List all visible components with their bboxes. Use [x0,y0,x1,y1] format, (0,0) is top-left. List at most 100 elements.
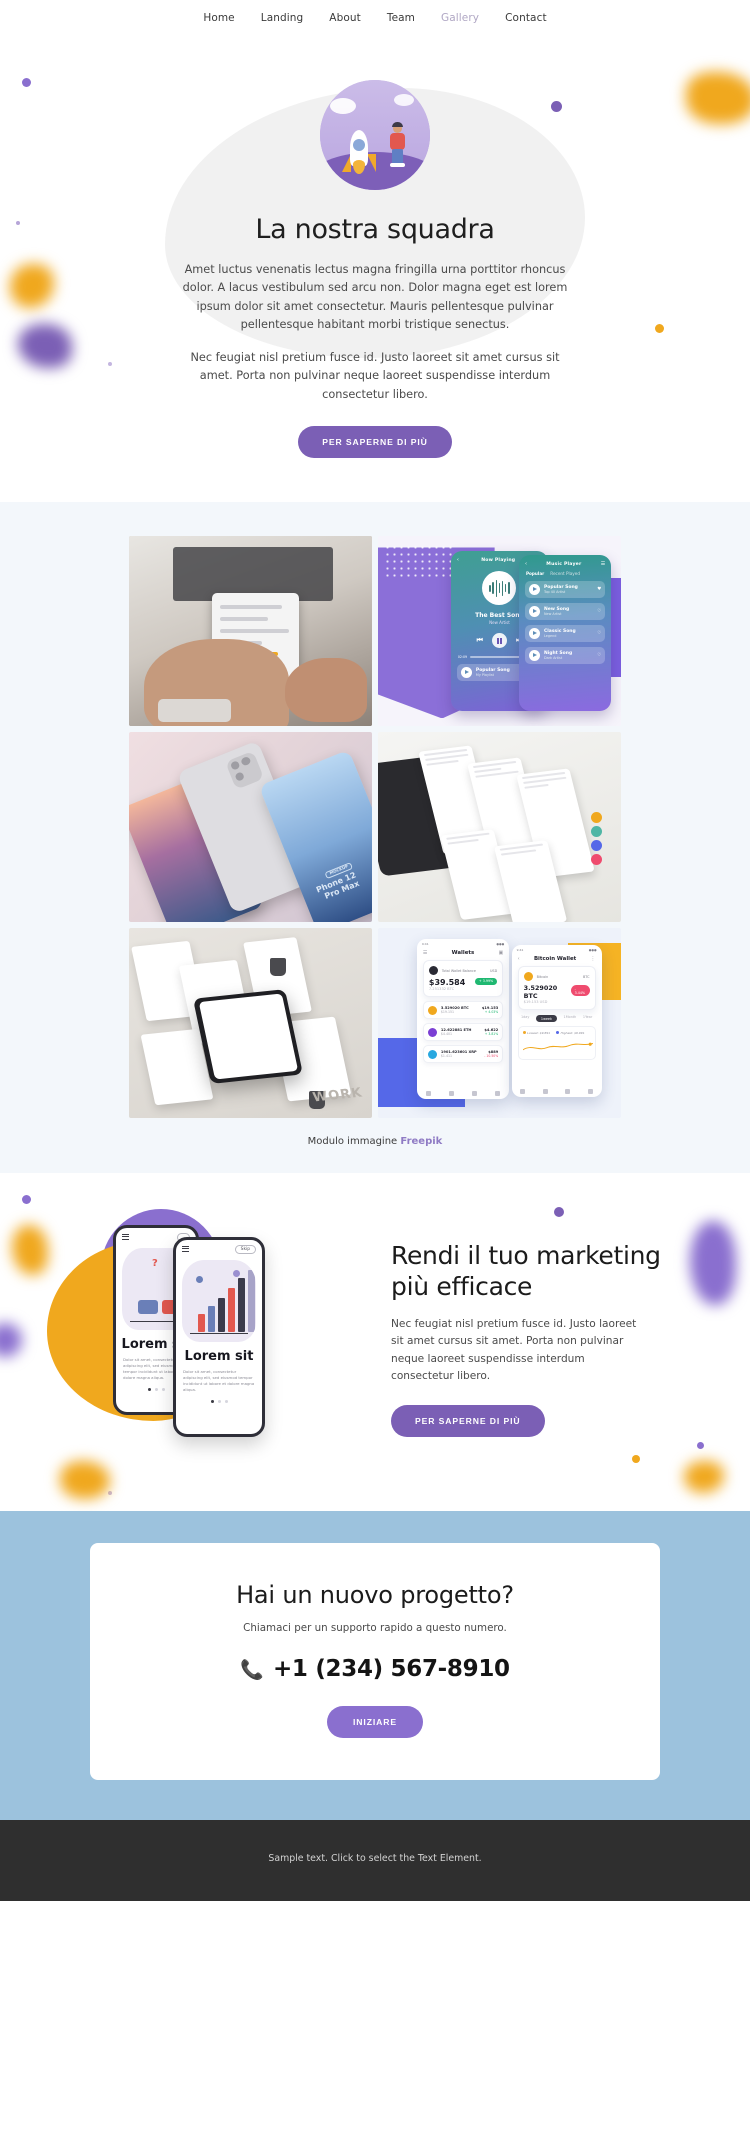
equalizer-icon[interactable]: ☰ [601,561,605,567]
total-balance-card: Total Wallet Balance USD $39.584 + 3.99%… [422,960,504,998]
document-icon[interactable]: ▣ [498,950,503,956]
range-tab-1day[interactable]: 1day [521,1015,529,1022]
mini-card-subtitle: My Playlist [475,673,494,678]
coin-row[interactable]: 12.622881 ETH $4.401 $4.622 + 3.81% [422,1023,504,1042]
contact-phone-line[interactable]: 📞 +1 (234) 567-8910 [110,1656,640,1682]
chart-nav-icon[interactable] [542,1089,548,1095]
coin-row[interactable]: 1901.623601 XRP $1.411 $889 - 10.50% [422,1045,504,1064]
gallery-grid: ‹ Now Playing ☰ The Best Song New Artist… [129,536,621,1119]
balance-change-badge: + 3.99% [474,977,498,985]
tab-popular[interactable]: Popular [526,571,544,576]
price-line-icon [522,1042,593,1051]
onboarding-body: Dolor sit amet, consectetur adipiscing e… [183,1369,255,1392]
decor-blur-yellow-bottomleft [60,1461,110,1500]
tab-recent-played[interactable]: Recent Played [550,571,580,576]
playlist-item-artist: Legend [543,634,557,639]
menu-icon[interactable] [182,1245,189,1253]
decor-dot-purple-left [22,1195,31,1205]
play-icon[interactable] [528,650,540,662]
playlist-item[interactable]: Popular Song Top 40 Artist ♥ [524,581,606,599]
skip-button[interactable]: Skip [234,1245,256,1255]
back-chevron-icon[interactable]: ‹ [518,956,520,962]
play-icon[interactable] [528,628,540,640]
nav-item-landing[interactable]: Landing [261,12,304,24]
pause-button[interactable] [491,633,507,649]
music-player-list-screen: ‹ Music Player ☰ Popular Recent Played P… [518,555,612,711]
coin-row[interactable]: 3.529020 BTC $19.151 $19.153 + 4.03% [422,1001,504,1020]
playlist-item-artist: New Artist [543,612,562,617]
alerts-nav-icon[interactable] [472,1091,478,1097]
gallery-tile-crypto-wallet[interactable]: 9:41 ●●● ☰ Wallets ▣ Total Wallet Balance… [378,928,621,1119]
heart-outline-icon[interactable]: ♡ [597,653,601,658]
previous-track-icon[interactable]: ⏮ [477,636,483,645]
menu-icon[interactable] [122,1233,129,1241]
balance-value: $39.584 [428,978,466,988]
decor-blur-yellow-bottomright [684,1461,724,1494]
nav-item-about[interactable]: About [329,12,361,24]
gallery-tile-hand-holding-phone[interactable] [129,536,372,727]
gallery-tile-music-player[interactable]: ‹ Now Playing ☰ The Best Song New Artist… [378,536,621,727]
hero-cta-button[interactable]: PER SAPERNE DI PIÙ [298,426,452,459]
hero-section: La nostra squadra Amet luctus venenatis … [0,36,750,503]
profile-nav-icon[interactable] [587,1089,593,1095]
legend-lowest: Lowest: $9.891 [522,1031,550,1035]
profile-nav-icon[interactable] [495,1091,501,1097]
back-chevron-icon[interactable]: ‹ [525,561,527,567]
contact-cta-button[interactable]: INIZIARE [327,1706,423,1739]
coin-sub: $1.411 [440,1054,453,1059]
heart-outline-icon[interactable]: ♡ [597,631,601,636]
freepik-link[interactable]: Freepik [400,1136,442,1147]
back-chevron-icon[interactable]: ‹ [457,557,459,563]
play-icon[interactable] [460,667,472,679]
coin-name: Bitcoin [536,974,549,979]
hero-paragraph-1: Amet luctus venenatis lectus magna fring… [182,263,568,331]
gallery-caption-text: Modulo immagine [307,1136,401,1148]
coin-sub: $4.401 [440,1032,453,1037]
heart-outline-icon[interactable]: ♡ [597,609,601,614]
track-time-current: 02:09 [457,655,468,660]
onboarding-phone-front: Skip Lorem sit Dolor sit amet, consectet… [173,1237,265,1438]
gallery-tile-work-desk[interactable]: WORK [129,928,372,1119]
music-player-title: Music Player [546,561,582,567]
playlist-item[interactable]: New Song New Artist ♡ [524,603,606,621]
balance-sub: 7.251332 BTC [428,987,455,992]
now-playing-title: Now Playing [481,557,516,563]
gallery-tile-phone-mockup[interactable]: MOCKUP Phone 12 Pro Max [129,732,372,923]
wallet-nav-icon[interactable] [520,1089,526,1095]
decor-blur-yellow-left [12,1225,48,1276]
bitcoin-wallet-title: Bitcoin Wallet [533,956,577,963]
gallery-tile-perspective-screens[interactable] [378,732,621,923]
nav-item-contact[interactable]: Contact [505,12,547,24]
marketing-cta-button[interactable]: PER SAPERNE DI PIÙ [391,1404,545,1437]
range-tab-1month[interactable]: 1Month [564,1015,577,1022]
chart-nav-icon[interactable] [448,1091,454,1097]
balance-currency[interactable]: USD [490,969,497,973]
rocket-illustration [320,80,430,190]
alerts-nav-icon[interactable] [565,1089,571,1095]
nav-item-team[interactable]: Team [387,12,415,24]
waveform-icon [482,571,517,606]
more-options-icon[interactable]: ⋮ [591,956,596,962]
footer-text[interactable]: Sample text. Click to select the Text El… [268,1853,481,1864]
btc-coin-icon [427,1005,437,1015]
range-tab-1year[interactable]: 1Year [583,1015,592,1022]
gallery-caption: Modulo immagine Freepik [0,1136,750,1147]
balance-label: Total Wallet Balance [441,968,476,973]
nav-item-gallery[interactable]: Gallery [441,12,479,24]
play-icon[interactable] [528,606,540,618]
playlist-item[interactable]: Night Song Dark Artist ♡ [524,647,606,665]
hero-title: La nostra squadra [255,214,495,245]
nav-item-home[interactable]: Home [203,12,234,24]
heart-filled-icon[interactable]: ♥ [597,587,601,592]
wallet-nav-icon[interactable] [425,1091,431,1097]
filter-icon[interactable]: ☰ [423,950,427,956]
range-tab-1week[interactable]: 1week [535,1015,557,1023]
marketing-section: ? Lorem sit Dolor sit amet, consectetur … [0,1173,750,1512]
play-icon[interactable] [528,584,540,596]
decor-blur-purple-leftedge [0,1323,22,1358]
playlist-item[interactable]: Classic Song Legend ♡ [524,625,606,643]
wallets-title: Wallets [451,950,475,957]
playlist-item-artist: Dark Artist [543,656,563,661]
contact-phone-number[interactable]: +1 (234) 567-8910 [273,1656,510,1682]
decor-blur-purple-rightedge [690,1221,736,1306]
